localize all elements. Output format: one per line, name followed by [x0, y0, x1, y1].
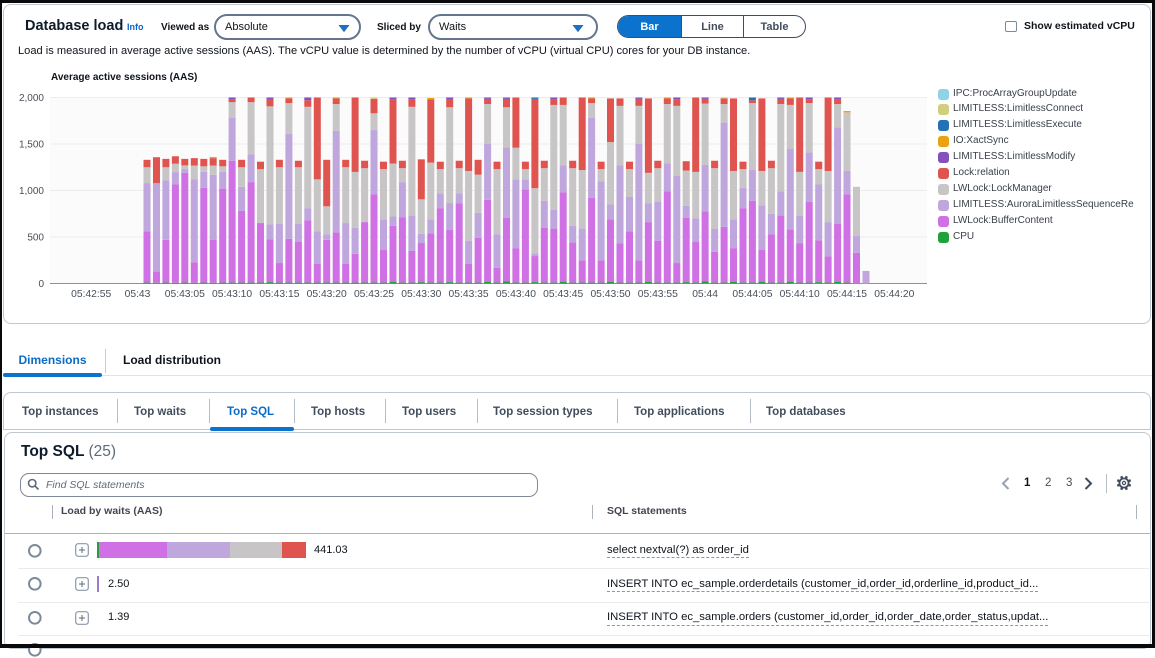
svg-text:2,000: 2,000 — [19, 93, 44, 104]
svg-text:05:43:40: 05:43:40 — [496, 289, 536, 300]
svg-text:05:44:10: 05:44:10 — [780, 289, 820, 300]
svg-text:1,500: 1,500 — [19, 140, 44, 151]
svg-text:05:43:05: 05:43:05 — [165, 289, 205, 300]
svg-text:1,000: 1,000 — [19, 186, 44, 197]
svg-text:05:44:05: 05:44:05 — [732, 289, 772, 300]
svg-text:05:43:25: 05:43:25 — [354, 289, 394, 300]
svg-text:05:43:10: 05:43:10 — [212, 289, 252, 300]
svg-text:05:43:15: 05:43:15 — [259, 289, 299, 300]
svg-text:05:43:30: 05:43:30 — [401, 289, 441, 300]
svg-text:05:44:15: 05:44:15 — [827, 289, 867, 300]
svg-text:05:43:45: 05:43:45 — [543, 289, 583, 300]
svg-text:05:44:20: 05:44:20 — [874, 289, 914, 300]
svg-text:05:43: 05:43 — [125, 289, 151, 300]
svg-text:05:44: 05:44 — [692, 289, 718, 300]
svg-text:05:43:35: 05:43:35 — [449, 289, 489, 300]
svg-text:05:43:55: 05:43:55 — [638, 289, 678, 300]
svg-text:05:43:20: 05:43:20 — [307, 289, 347, 300]
svg-text:05:42:55: 05:42:55 — [71, 289, 111, 300]
svg-text:05:43:50: 05:43:50 — [590, 289, 630, 300]
svg-text:500: 500 — [27, 233, 44, 244]
svg-text:0: 0 — [38, 279, 44, 290]
